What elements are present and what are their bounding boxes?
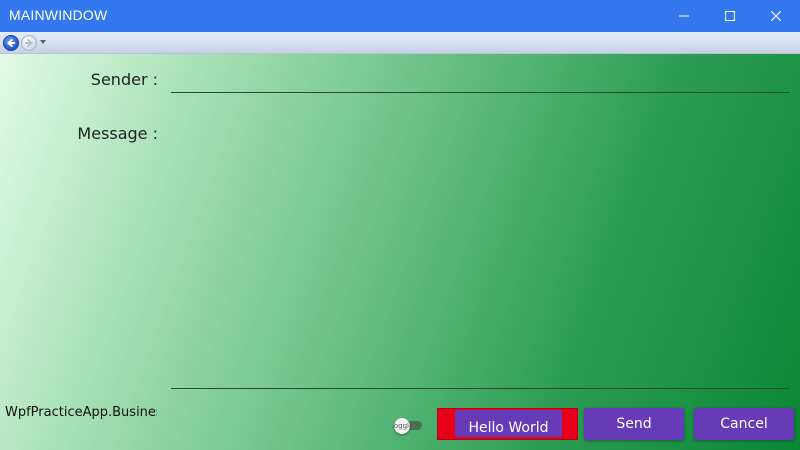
- close-icon: [771, 11, 781, 21]
- business-logic-text: WpfPracticeApp.BusinessLogic: [5, 405, 157, 420]
- message-label: Message :: [77, 124, 158, 143]
- maximize-icon: [725, 11, 735, 21]
- main-content: Sender : Message : WpfPracticeApp.Busine…: [0, 54, 800, 450]
- title-bar: MAINWINDOW: [0, 0, 800, 32]
- sender-input[interactable]: [171, 64, 793, 94]
- forward-button[interactable]: [21, 35, 37, 51]
- minimize-icon: [679, 15, 689, 17]
- back-arrow-icon: [6, 38, 15, 48]
- sender-underline: [171, 92, 789, 93]
- window-title: MAINWINDOW: [9, 7, 108, 23]
- message-underline: [171, 388, 789, 389]
- back-button[interactable]: [3, 35, 19, 51]
- hello-world-button[interactable]: Hello World: [455, 410, 562, 437]
- toggle-label: Toggle: [394, 422, 410, 430]
- message-input[interactable]: [171, 120, 793, 390]
- chevron-down-icon[interactable]: [40, 40, 46, 44]
- navigation-bar: [0, 32, 800, 54]
- forward-arrow-icon: [25, 38, 34, 48]
- sender-label: Sender :: [90, 70, 158, 89]
- minimize-button[interactable]: [661, 0, 707, 32]
- send-button[interactable]: Send: [584, 408, 684, 440]
- maximize-button[interactable]: [707, 0, 753, 32]
- toggle-thumb: Toggle: [394, 418, 410, 434]
- toggle-switch[interactable]: Toggle: [394, 418, 424, 434]
- close-button[interactable]: [753, 0, 799, 32]
- cancel-button[interactable]: Cancel: [694, 408, 794, 440]
